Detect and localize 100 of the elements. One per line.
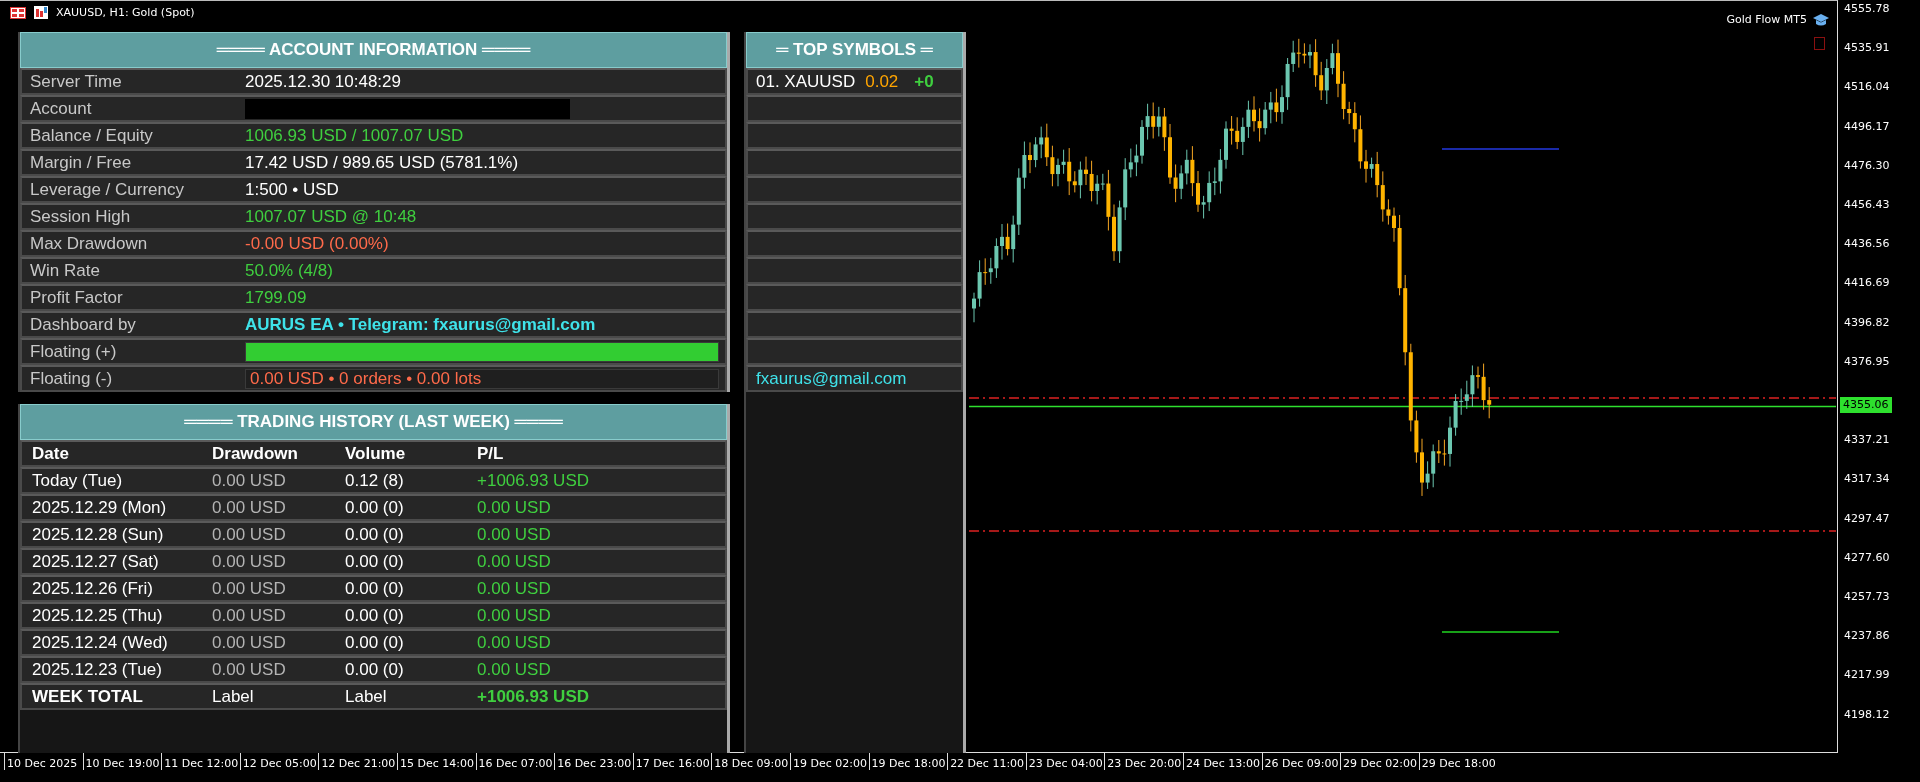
table-cell: 2025.12.23 (Tue) <box>32 659 162 680</box>
price-label: 4416.69 <box>1843 275 1890 292</box>
indicator-name: Gold Flow MT5 <box>1726 13 1807 26</box>
table-cell: 0.00 USD <box>212 524 286 545</box>
graduation-cap-icon <box>1813 13 1829 26</box>
table-cell: 0.00 USD <box>477 632 551 653</box>
table-cell: 0.00 USD <box>212 632 286 653</box>
table-cell: 0.00 (0) <box>345 632 404 653</box>
table-cell: 2025.12.29 (Mon) <box>32 497 167 518</box>
price-label: 4237.86 <box>1843 628 1890 645</box>
price-label: 4198.12 <box>1843 706 1890 723</box>
time-label: 10 Dec 2025 <box>4 753 83 770</box>
panel-title: ════ TRADING HISTORY (LAST WEEK) ════ <box>20 404 727 440</box>
table-cell: 0.00 USD <box>477 497 551 518</box>
row-label: Balance / Equity <box>29 125 154 146</box>
column-header: Drawdown <box>212 443 298 464</box>
time-label: 24 Dec 13:00 <box>1182 753 1262 770</box>
row-label: Margin / Free <box>29 152 133 173</box>
price-label: 4297.47 <box>1843 510 1890 527</box>
table-cell: 0.00 USD <box>477 524 551 545</box>
row-value: -0.00 USD (0.00%) <box>245 233 389 254</box>
time-label: 18 Dec 09:00 <box>711 753 790 770</box>
table-cell: Label <box>345 686 387 707</box>
table-cell: 0.00 (0) <box>345 659 404 680</box>
table-cell: 0.00 (0) <box>345 524 404 545</box>
table-cell: Label <box>212 686 254 707</box>
chart-icon <box>34 6 48 19</box>
table-cell: 0.00 USD <box>212 659 286 680</box>
price-label: 4555.78 <box>1843 1 1890 17</box>
time-label: 16 Dec 23:00 <box>554 753 633 770</box>
row-label: Floating (-) <box>29 368 114 389</box>
price-label: 4317.34 <box>1843 471 1890 488</box>
row-label: Leverage / Currency <box>29 179 186 200</box>
table-cell: 0.00 USD <box>477 659 551 680</box>
time-label: 29 Dec 18:00 <box>1418 753 1498 770</box>
price-label: 4257.73 <box>1843 589 1890 605</box>
window-title: XAUUSD, H1: Gold (Spot) <box>56 6 195 19</box>
row-value: 1:500 • USD <box>245 179 339 200</box>
row-value: 1007.07 USD @ 10:48 <box>245 206 417 227</box>
table-cell: WEEK TOTAL <box>32 686 143 707</box>
time-label: 19 Dec 02:00 <box>789 753 869 770</box>
symbol-lots: 0.02 <box>865 71 899 92</box>
column-header: Volume <box>345 443 406 464</box>
row-label: Session High <box>29 206 132 227</box>
row-label: Max Drawdown <box>29 233 149 254</box>
table-cell: 2025.12.26 (Fri) <box>32 578 153 599</box>
panel-title: ════ ACCOUNT INFORMATION ════ <box>20 32 727 68</box>
symbol-change: +0 <box>914 71 934 92</box>
price-label: 4476.30 <box>1843 157 1890 174</box>
price-label: 4337.21 <box>1843 432 1890 449</box>
table-cell: +1006.93 USD <box>477 686 589 707</box>
time-label: 19 Dec 18:00 <box>868 753 948 770</box>
table-cell: 0.00 USD <box>212 497 286 518</box>
row-value: 1799.09 <box>245 287 307 308</box>
symbol-name: 01. XAUUSD <box>756 71 856 92</box>
table-cell: 0.00 USD <box>477 605 551 626</box>
price-label: 4436.56 <box>1843 236 1890 253</box>
price-label: 4376.95 <box>1843 353 1890 370</box>
time-label: 10 Dec 19:00 <box>82 753 162 770</box>
price-label: 4217.99 <box>1843 667 1890 684</box>
contact-email: fxaurus@gmail.com <box>756 368 907 389</box>
column-header: P/L <box>477 443 504 464</box>
row-value: 2025.12.30 10:48:29 <box>245 71 401 92</box>
time-label: 29 Dec 02:00 <box>1340 753 1419 770</box>
price-label: 4535.91 <box>1843 40 1890 57</box>
square-outline-icon <box>1814 37 1825 50</box>
table-cell: 2025.12.25 (Thu) <box>32 605 163 626</box>
price-label: 4277.60 <box>1843 549 1890 566</box>
time-label: 16 Dec 07:00 <box>475 753 555 770</box>
time-label: 23 Dec 04:00 <box>1025 753 1105 770</box>
table-cell: 0.12 (8) <box>345 470 404 491</box>
time-label: 12 Dec 05:00 <box>239 753 319 770</box>
table-cell: 2025.12.27 (Sat) <box>32 551 159 572</box>
row-value: 50.0% (4/8) <box>245 260 333 281</box>
time-label: 12 Dec 21:00 <box>318 753 397 770</box>
table-cell: 0.00 (0) <box>345 578 404 599</box>
table-cell: 0.00 (0) <box>345 497 404 518</box>
row-label: Dashboard by <box>29 314 137 335</box>
row-value: 1006.93 USD / 1007.07 USD <box>245 125 464 146</box>
row-label: Server Time <box>29 71 123 92</box>
time-label: 17 Dec 16:00 <box>632 753 712 770</box>
table-cell: Today (Tue) <box>32 470 123 491</box>
table-cell: 2025.12.24 (Wed) <box>32 632 168 653</box>
row-label: Win Rate <box>29 260 101 281</box>
price-label: 4516.04 <box>1843 79 1890 96</box>
time-label: 22 Dec 11:00 <box>947 753 1026 770</box>
row-value: 17.42 USD / 989.65 USD (5781.1%) <box>245 152 519 173</box>
table-cell: 0.00 USD <box>477 578 551 599</box>
price-label: 4396.82 <box>1843 314 1890 331</box>
row-label: Account <box>29 98 93 119</box>
table-cell: 2025.12.28 (Sun) <box>32 524 164 545</box>
table-cell: 0.00 USD <box>212 578 286 599</box>
table-cell: +1006.93 USD <box>477 470 589 491</box>
table-cell: 0.00 USD <box>212 551 286 572</box>
time-label: 15 Dec 14:00 <box>396 753 476 770</box>
table-cell: 0.00 (0) <box>345 551 404 572</box>
grid-icon <box>10 6 26 19</box>
row-value: AURUS EA • Telegram: fxaurus@gmail.com <box>245 314 596 335</box>
time-label: 23 Dec 20:00 <box>1104 753 1183 770</box>
table-cell: 0.00 (0) <box>345 605 404 626</box>
